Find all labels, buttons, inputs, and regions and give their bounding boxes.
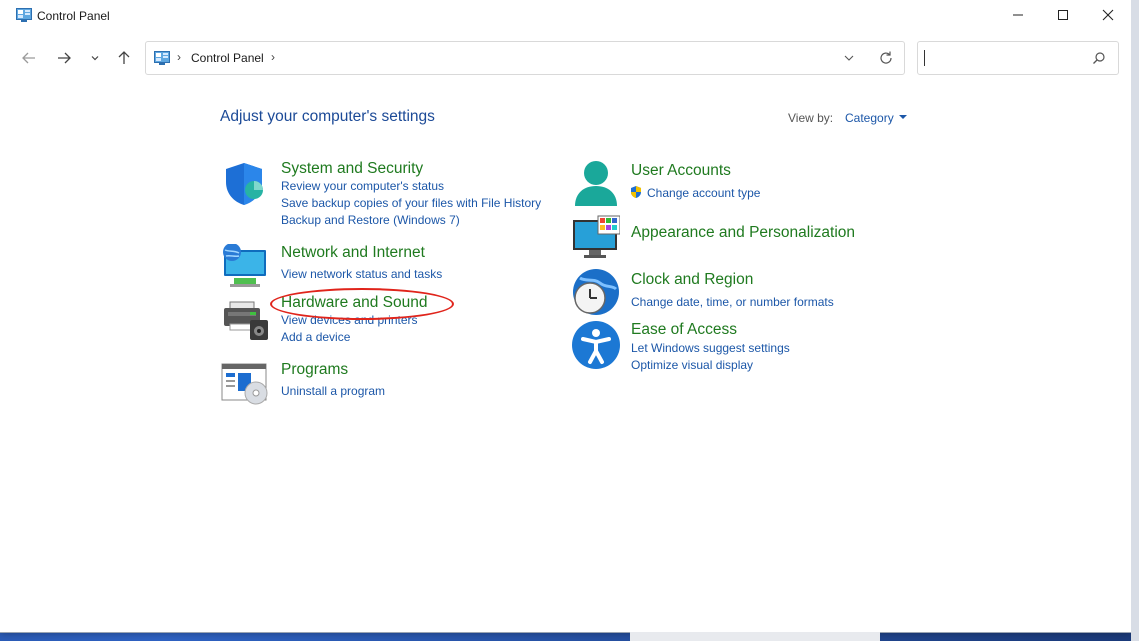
refresh-icon[interactable] [878,50,894,66]
control-panel-window: Control Panel › Control Panel › Adjust y… [0,0,1132,633]
link-backup-restore[interactable]: Backup and Restore (Windows 7) [281,213,460,227]
chevron-down-icon[interactable] [86,49,104,67]
search-icon[interactable] [1092,51,1106,65]
link-network-status[interactable]: View network status and tasks [281,267,442,281]
link-optimize-visual[interactable]: Optimize visual display [631,358,753,372]
category-title-user-accounts[interactable]: User Accounts [631,162,731,180]
window-title: Control Panel [37,9,110,23]
link-suggest-settings[interactable]: Let Windows suggest settings [631,341,790,355]
close-button[interactable] [1085,0,1131,30]
background-window-peek [630,632,880,641]
breadcrumb-separator[interactable]: › [271,50,275,64]
user-account-icon[interactable] [572,160,620,208]
page-heading: Adjust your computer's settings [220,108,435,125]
category-title-appearance[interactable]: Appearance and Personalization [631,224,855,242]
uac-shield-icon [629,185,643,199]
security-shield-icon[interactable] [220,160,268,208]
text-caret [924,50,925,66]
title-bar: Control Panel [0,0,1131,32]
desktop-background-edge [1131,0,1139,641]
category-title-system[interactable]: System and Security [281,160,423,178]
category-title-programs[interactable]: Programs [281,361,348,379]
highlight-ellipse [270,288,454,320]
control-panel-icon [154,51,170,65]
up-arrow-icon[interactable] [115,49,133,67]
chevron-down-icon[interactable] [842,51,856,65]
category-title-network[interactable]: Network and Internet [281,244,425,262]
link-review-status[interactable]: Review your computer's status [281,179,444,193]
control-panel-icon [16,8,32,22]
close-icon [1102,9,1114,21]
maximize-icon [1058,10,1068,20]
link-change-account-type[interactable]: Change account type [647,186,760,200]
link-uninstall-program[interactable]: Uninstall a program [281,384,385,398]
breadcrumb-control-panel[interactable]: Control Panel [191,51,264,65]
category-title-clock[interactable]: Clock and Region [631,271,753,289]
network-globe-icon[interactable] [220,243,268,292]
link-add-device[interactable]: Add a device [281,330,350,344]
programs-disc-icon[interactable] [220,361,268,409]
address-bar[interactable]: › Control Panel › [145,41,905,75]
category-title-ease[interactable]: Ease of Access [631,321,737,339]
appearance-monitor-icon[interactable] [572,214,621,262]
search-input[interactable] [928,48,1087,68]
back-arrow-icon[interactable] [20,49,38,67]
search-box[interactable] [917,41,1119,75]
minimize-icon [1013,14,1023,16]
minimize-button[interactable] [995,0,1041,30]
link-date-time-formats[interactable]: Change date, time, or number formats [631,295,834,309]
printer-speaker-icon[interactable] [220,294,268,342]
maximize-button[interactable] [1040,0,1086,30]
accessibility-icon[interactable] [572,321,620,369]
breadcrumb-separator[interactable]: › [177,50,181,64]
link-file-history[interactable]: Save backup copies of your files with Fi… [281,196,541,210]
navigation-bar: › Control Panel › [0,41,1131,75]
view-by-label: View by: [788,111,834,125]
view-by-dropdown[interactable]: Category [845,111,894,125]
forward-arrow-icon[interactable] [55,49,73,67]
clock-globe-icon[interactable] [572,268,620,316]
dropdown-arrow-icon[interactable] [899,115,907,119]
